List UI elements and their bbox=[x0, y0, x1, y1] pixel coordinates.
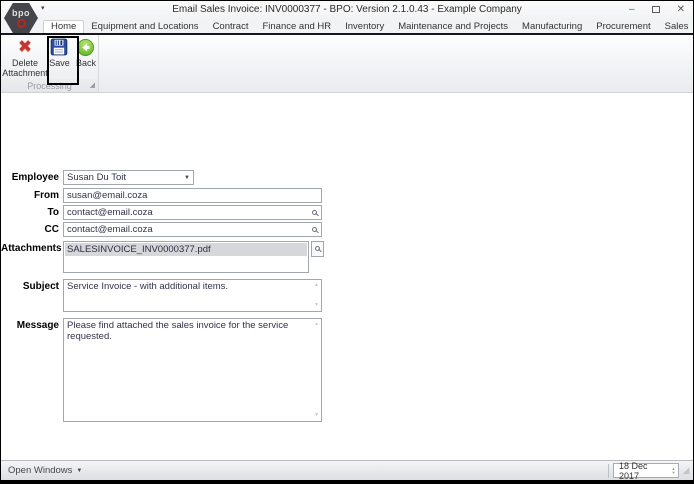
message-row: Message Please find attached the sales i… bbox=[1, 318, 324, 422]
bpo-logo-power-icon bbox=[16, 19, 26, 28]
tab-home[interactable]: Home bbox=[43, 20, 85, 33]
cc-field[interactable]: contact@email.coza bbox=[63, 222, 322, 237]
status-bar-right: 18 Dec 2017 ▲ ▼ ◢ bbox=[608, 460, 693, 481]
scroll-up-icon[interactable]: ▲ bbox=[314, 283, 319, 288]
window-controls: – ✕ bbox=[629, 3, 685, 16]
cc-value: contact@email.coza bbox=[67, 224, 153, 235]
from-label: From bbox=[34, 190, 59, 201]
app-window: bpo ▾ Email Sales Invoice: INV0000377 - … bbox=[0, 0, 694, 484]
delete-x-icon: ✖ bbox=[17, 37, 33, 56]
scroll-down-icon[interactable]: ▼ bbox=[314, 303, 319, 308]
tab-procurement[interactable]: Procurement bbox=[589, 20, 657, 33]
tab-contract[interactable]: Contract bbox=[206, 20, 256, 33]
from-field[interactable]: susan@email.coza bbox=[63, 188, 322, 203]
open-windows-label: Open Windows bbox=[8, 465, 73, 476]
message-field[interactable]: Please find attached the sales invoice f… bbox=[63, 318, 322, 422]
subject-label: Subject bbox=[22, 281, 59, 292]
delete-attachment-button[interactable]: ✖ Delete Attachment bbox=[2, 35, 48, 79]
back-arrow-icon bbox=[76, 37, 95, 57]
employee-value: Susan Du Toit bbox=[67, 172, 126, 183]
attachments-row: Attachments SALESINVOICE_INV0000377.pdf bbox=[1, 241, 324, 273]
employee-row: Employee Susan Du Toit ▼ bbox=[1, 170, 324, 185]
save-label: Save bbox=[49, 58, 70, 68]
attachment-item-selected[interactable]: SALESINVOICE_INV0000377.pdf bbox=[65, 243, 307, 256]
back-label: Back bbox=[75, 58, 96, 68]
from-row: From susan@email.coza bbox=[1, 188, 324, 203]
chevron-down-icon: ▼ bbox=[76, 467, 83, 474]
subject-field[interactable]: Service Invoice - with additional items.… bbox=[63, 279, 322, 312]
processing-group-label: Processing ◢ bbox=[1, 79, 98, 92]
tab-finance-and-hr[interactable]: Finance and HR bbox=[255, 20, 338, 33]
save-button[interactable]: Save bbox=[47, 35, 72, 79]
to-field[interactable]: contact@email.coza bbox=[63, 205, 322, 220]
search-icon[interactable] bbox=[312, 227, 317, 232]
subject-row: Subject Service Invoice - with additiona… bbox=[1, 279, 324, 312]
tab-maintenance-and-projects[interactable]: Maintenance and Projects bbox=[391, 20, 515, 33]
employee-label: Employee bbox=[11, 172, 59, 183]
close-icon[interactable]: ✕ bbox=[677, 4, 685, 16]
to-value: contact@email.coza bbox=[67, 207, 153, 218]
message-label: Message bbox=[16, 320, 59, 331]
date-field[interactable]: 18 Dec 2017 ▲ ▼ bbox=[613, 460, 679, 481]
attachments-list[interactable]: SALESINVOICE_INV0000377.pdf bbox=[63, 241, 309, 273]
delete-attachment-label: Delete Attachment bbox=[2, 58, 48, 78]
bpo-logo-text: bpo bbox=[12, 8, 30, 18]
processing-group-buttons: ✖ Delete Attachment Save Back bbox=[1, 35, 98, 79]
to-label: To bbox=[47, 207, 59, 218]
cc-row: CC contact@email.coza bbox=[1, 222, 324, 237]
attachments-label: Attachments bbox=[1, 243, 62, 254]
cc-label: CC bbox=[44, 224, 59, 235]
date-spinner[interactable]: ▲ ▼ bbox=[669, 466, 678, 475]
floppy-disk-icon bbox=[50, 37, 68, 57]
ribbon-tab-bar: Home Equipment and Locations Contract Fi… bbox=[1, 19, 693, 33]
status-separator bbox=[608, 463, 609, 478]
subject-value: Service Invoice - with additional items. bbox=[67, 281, 229, 292]
title-bar: bpo ▾ Email Sales Invoice: INV0000377 - … bbox=[1, 1, 693, 33]
processing-group: ✖ Delete Attachment Save Back Processing… bbox=[1, 35, 99, 92]
dialog-launcher-icon[interactable]: ◢ bbox=[90, 82, 95, 89]
spinner-down-icon[interactable]: ▼ bbox=[672, 470, 676, 475]
message-value: Please find attached the sales invoice f… bbox=[67, 320, 289, 342]
maximize-icon[interactable] bbox=[651, 6, 660, 13]
tab-equipment-and-locations[interactable]: Equipment and Locations bbox=[84, 20, 205, 33]
back-button[interactable]: Back bbox=[74, 35, 98, 79]
search-icon bbox=[315, 246, 320, 251]
scroll-down-icon[interactable]: ▼ bbox=[314, 413, 319, 418]
employee-dropdown[interactable]: Susan Du Toit ▼ bbox=[63, 170, 194, 185]
tab-inventory[interactable]: Inventory bbox=[338, 20, 391, 33]
attachments-wrap: SALESINVOICE_INV0000377.pdf bbox=[63, 241, 324, 273]
minimize-icon[interactable]: – bbox=[629, 4, 635, 16]
status-bar: Open Windows ▼ 18 Dec 2017 ▲ ▼ ◢ bbox=[1, 460, 693, 480]
chevron-down-icon: ▼ bbox=[184, 174, 190, 181]
to-row: To contact@email.coza bbox=[1, 205, 324, 220]
email-form: Employee Susan Du Toit ▼ From susan@emai… bbox=[1, 170, 324, 422]
from-value: susan@email.coza bbox=[67, 190, 148, 201]
scroll-up-icon[interactable]: ▲ bbox=[314, 322, 319, 327]
search-icon[interactable] bbox=[312, 210, 317, 215]
date-value: 18 Dec 2017 bbox=[619, 460, 648, 481]
tab-manufacturing[interactable]: Manufacturing bbox=[515, 20, 589, 33]
open-windows-button[interactable]: Open Windows ▼ bbox=[1, 465, 82, 476]
attachments-search-button[interactable] bbox=[311, 241, 324, 257]
tab-sales[interactable]: Sales bbox=[658, 20, 693, 33]
resize-grip-icon[interactable]: ◢ bbox=[679, 465, 693, 476]
ribbon: ✖ Delete Attachment Save Back Processing… bbox=[1, 35, 693, 93]
window-title: Email Sales Invoice: INV0000377 - BPO: V… bbox=[172, 4, 522, 15]
email-form-area: Employee Susan Du Toit ▼ From susan@emai… bbox=[1, 93, 693, 460]
